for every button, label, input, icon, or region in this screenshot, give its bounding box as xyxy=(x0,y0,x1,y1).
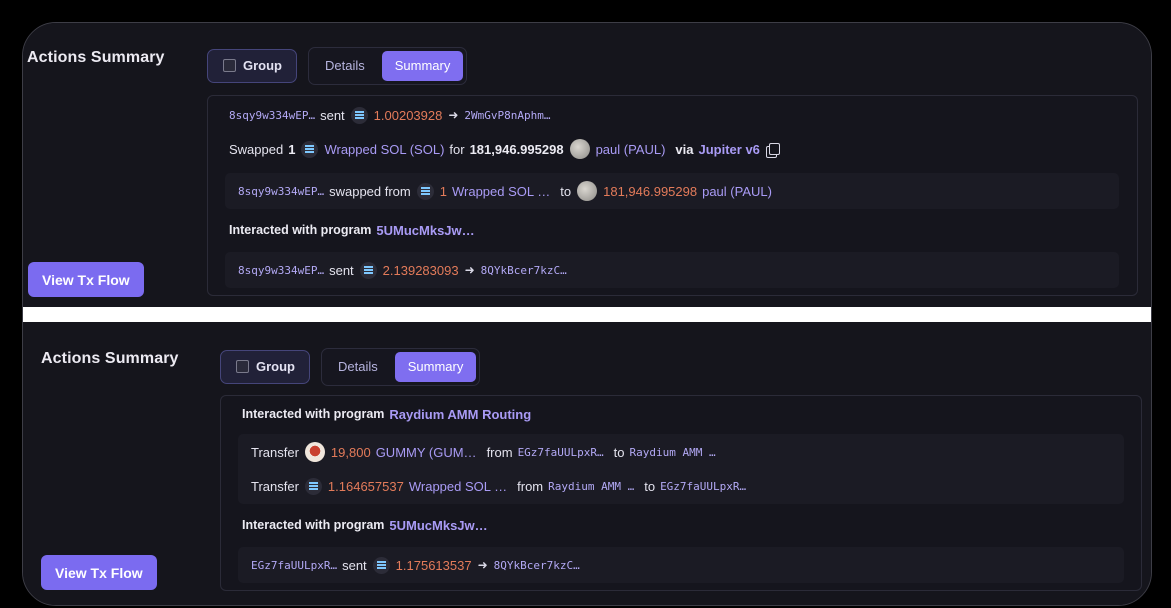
program-transfers-box: Transfer 19,800 GUMMY (GUM… from EGz7faU… xyxy=(238,434,1124,504)
copy-icon[interactable] xyxy=(768,143,780,155)
program-link[interactable]: 5UMucMksJw… xyxy=(376,223,474,238)
swap-out-amount: 181,946.995298 xyxy=(603,183,698,199)
actions-summary-panel-1: Actions Summary Group Details Summary 8s… xyxy=(23,23,1151,307)
transfer-row: 8sqy9w334wEP… sent 2.139283093 ➜ 8QYkBce… xyxy=(238,260,567,280)
amount: 1.175613537 xyxy=(395,557,472,573)
recipient-address[interactable]: EGz7faUULpxR… xyxy=(660,480,746,493)
recipient-address[interactable]: 8QYkBcer7kzC… xyxy=(494,559,580,572)
transfer-row: Transfer 1.164657537 Wrapped SOL … from … xyxy=(251,475,746,497)
from-label: from xyxy=(486,444,513,460)
swap-summary-row: Swapped 1 Wrapped SOL (SOL) for 181,946.… xyxy=(229,137,780,161)
solana-icon xyxy=(304,477,322,495)
actions-list: Interacted with program Raydium AMM Rout… xyxy=(220,395,1142,591)
actions-list: 8sqy9w334wEP… sent 1.00203928 ➜ 2WmGvP8n… xyxy=(207,95,1138,296)
to-label: to xyxy=(613,444,625,460)
amount: 19,800 xyxy=(330,444,371,460)
solana-icon xyxy=(416,182,434,200)
amount: 2.139283093 xyxy=(382,262,459,278)
gummy-token-icon xyxy=(304,442,325,462)
section-title: Actions Summary xyxy=(41,350,179,367)
view-tx-flow-button[interactable]: View Tx Flow xyxy=(28,262,144,297)
solana-icon xyxy=(359,261,377,279)
swap-in-token[interactable]: Wrapped SOL … xyxy=(452,184,550,199)
paul-token-icon xyxy=(569,139,590,159)
amount: 1.164657537 xyxy=(327,478,404,494)
transfer-row: EGz7faUULpxR… sent 1.175613537 ➜ 8QYkBce… xyxy=(251,555,580,575)
tab-details[interactable]: Details xyxy=(312,51,378,81)
swap-in-amount: 1 xyxy=(439,183,447,199)
program-link[interactable]: 5UMucMksJw… xyxy=(389,518,487,533)
interacted-label: Interacted with program xyxy=(229,223,372,237)
sender-address[interactable]: 8sqy9w334wEP… xyxy=(238,264,324,277)
swap-detail-box: 8sqy9w334wEP… swapped from 1 Wrapped SOL… xyxy=(225,173,1119,209)
to-label: to xyxy=(644,478,656,494)
swap-in-token[interactable]: Wrapped SOL (SOL) xyxy=(324,142,444,157)
view-tabs: Details Summary xyxy=(321,347,481,386)
swap-out-token[interactable]: paul (PAUL) xyxy=(702,184,772,199)
arrow-right-icon: ➜ xyxy=(448,108,459,122)
transfer-label: Transfer xyxy=(251,444,299,460)
solana-icon xyxy=(372,556,390,574)
action-verb: sent xyxy=(329,262,354,278)
action-verb: sent xyxy=(342,557,367,573)
recipient-address[interactable]: Raydium AMM … xyxy=(630,446,716,459)
for-label: for xyxy=(449,141,465,157)
swapper-address[interactable]: 8sqy9w334wEP… xyxy=(238,185,324,198)
via-label: via xyxy=(675,141,694,157)
view-controls: Group Details Summary xyxy=(207,46,468,85)
program-actions-box: 8sqy9w334wEP… sent 2.139283093 ➜ 8QYkBce… xyxy=(225,252,1119,288)
group-label: Group xyxy=(256,359,295,374)
transfer-row: Transfer 19,800 GUMMY (GUM… from EGz7faU… xyxy=(251,441,716,463)
paul-token-icon xyxy=(577,181,598,201)
dex-link[interactable]: Jupiter v6 xyxy=(698,142,759,157)
action-verb: sent xyxy=(320,107,345,123)
interacted-label: Interacted with program xyxy=(242,407,385,421)
tab-summary[interactable]: Summary xyxy=(381,50,464,81)
sender-address[interactable]: EGz7faUULpxR… xyxy=(518,446,604,459)
swap-in-amount: 1 xyxy=(288,141,296,157)
sender-address[interactable]: EGz7faUULpxR… xyxy=(251,559,337,572)
actions-summary-panel-2: Actions Summary Group Details Summary In… xyxy=(23,322,1151,605)
transfer-row: 8sqy9w334wEP… sent 1.00203928 ➜ 2WmGvP8n… xyxy=(229,105,551,125)
tab-details[interactable]: Details xyxy=(325,352,391,382)
swap-verb: swapped from xyxy=(329,183,411,199)
view-tabs: Details Summary xyxy=(308,46,468,85)
interacted-label: Interacted with program xyxy=(242,518,385,532)
token-link[interactable]: GUMMY (GUM… xyxy=(376,445,477,460)
group-toggle-button[interactable]: Group xyxy=(207,48,297,83)
recipient-address[interactable]: 8QYkBcer7kzC… xyxy=(481,264,567,277)
checkbox-icon[interactable] xyxy=(223,59,236,72)
tab-summary[interactable]: Summary xyxy=(394,351,477,382)
swap-label: Swapped xyxy=(229,141,284,157)
token-link[interactable]: Wrapped SOL … xyxy=(409,479,507,494)
view-tx-flow-button[interactable]: View Tx Flow xyxy=(41,555,157,590)
interacted-program-row: Interacted with program Raydium AMM Rout… xyxy=(242,404,531,424)
swap-out-token[interactable]: paul (PAUL) xyxy=(596,142,666,157)
interacted-program-row: Interacted with program 5UMucMksJw… xyxy=(229,220,475,240)
program-actions-box: EGz7faUULpxR… sent 1.175613537 ➜ 8QYkBce… xyxy=(238,547,1124,583)
solana-icon xyxy=(301,140,319,158)
solana-icon xyxy=(350,106,368,124)
interacted-program-row: Interacted with program 5UMucMksJw… xyxy=(242,515,488,535)
swap-out-amount: 181,946.995298 xyxy=(469,141,564,157)
group-toggle-button[interactable]: Group xyxy=(220,349,310,384)
arrow-right-icon: ➜ xyxy=(464,263,475,277)
swap-detail-row: 8sqy9w334wEP… swapped from 1 Wrapped SOL… xyxy=(238,181,772,201)
program-link[interactable]: Raydium AMM Routing xyxy=(389,407,531,422)
group-label: Group xyxy=(243,58,282,73)
recipient-address[interactable]: 2WmGvP8nAphm… xyxy=(464,109,550,122)
amount: 1.00203928 xyxy=(373,107,443,123)
transfer-label: Transfer xyxy=(251,478,299,494)
checkbox-icon[interactable] xyxy=(236,360,249,373)
sender-address[interactable]: 8sqy9w334wEP… xyxy=(229,109,315,122)
view-controls: Group Details Summary xyxy=(220,347,481,386)
screenshot-frame: Actions Summary Group Details Summary 8s… xyxy=(22,22,1152,606)
sender-address[interactable]: Raydium AMM … xyxy=(548,480,634,493)
section-title: Actions Summary xyxy=(27,49,165,66)
arrow-right-icon: ➜ xyxy=(477,558,488,572)
divider xyxy=(23,307,1151,322)
from-label: from xyxy=(517,478,544,494)
to-label: to xyxy=(560,183,572,199)
